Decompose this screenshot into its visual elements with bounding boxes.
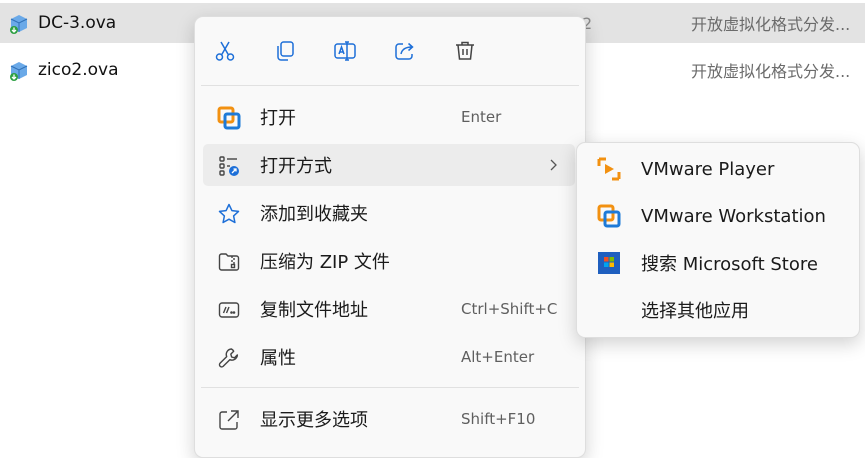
more-options-icon [217, 408, 241, 432]
submenu-item-choose-other-app[interactable]: 选择其他应用 [583, 288, 853, 332]
vmware-workstation-icon [597, 204, 621, 228]
vmware-icon [217, 106, 241, 130]
chevron-right-icon [545, 157, 561, 173]
submenu-item-label: VMware Player [641, 158, 775, 180]
submenu-item-label: VMware Workstation [641, 205, 826, 227]
microsoft-store-icon [597, 251, 621, 275]
menu-item-show-more-options[interactable]: 显示更多选项 Shift+F10 [203, 398, 575, 440]
cut-icon [215, 41, 235, 61]
ova-file-icon [8, 13, 30, 35]
menu-item-label: 复制文件地址 [260, 300, 368, 321]
submenu-item-vmware-workstation[interactable]: VMware Workstation [583, 194, 853, 238]
menu-item-label: 属性 [260, 348, 296, 369]
menu-item-compress-zip[interactable]: 压缩为 ZIP 文件 [203, 240, 575, 282]
file-type: 开放虚拟化格式分发... [691, 62, 851, 81]
menu-divider [201, 387, 579, 388]
submenu-item-vmware-player[interactable]: VMware Player [583, 147, 853, 191]
submenu-item-microsoft-store[interactable]: 搜索 Microsoft Store [583, 241, 853, 285]
file-type: 开放虚拟化格式分发... [691, 15, 851, 34]
submenu-item-label: 选择其他应用 [641, 301, 749, 322]
menu-item-shortcut: Ctrl+Shift+C [461, 300, 558, 318]
zip-folder-icon [217, 250, 241, 274]
copy-button[interactable] [265, 31, 305, 71]
menu-item-shortcut: Shift+F10 [461, 410, 536, 428]
share-button[interactable] [385, 31, 425, 71]
copy-path-icon [217, 298, 241, 322]
menu-item-add-favorites[interactable]: 添加到收藏夹 [203, 192, 575, 234]
menu-item-label: 打开 [260, 108, 296, 129]
menu-item-label: 显示更多选项 [260, 410, 368, 431]
file-name: DC-3.ova [38, 13, 117, 33]
share-icon [395, 42, 414, 60]
quick-actions-bar [205, 31, 505, 75]
menu-item-properties[interactable]: 属性 Alt+Enter [203, 336, 575, 378]
wrench-icon [217, 346, 241, 370]
menu-item-shortcut: Enter [461, 108, 502, 126]
ova-file-icon [8, 60, 30, 82]
menu-item-label: 打开方式 [260, 156, 332, 177]
copy-icon [277, 41, 294, 61]
menu-item-shortcut: Alt+Enter [461, 348, 535, 366]
context-menu: 打开 Enter 打开方式 添加到收藏夹 压缩为 ZIP 文件 复制文件地址 C… [194, 16, 586, 458]
cut-button[interactable] [205, 31, 245, 71]
delete-icon [456, 41, 474, 60]
file-name: zico2.ova [38, 60, 119, 80]
rename-button[interactable] [325, 31, 365, 71]
vmware-player-icon [597, 157, 621, 181]
rename-icon [334, 41, 356, 61]
menu-item-copy-path[interactable]: 复制文件地址 Ctrl+Shift+C [203, 288, 575, 330]
star-icon [217, 202, 241, 226]
menu-item-label: 添加到收藏夹 [260, 204, 368, 225]
submenu-item-label: 搜索 Microsoft Store [641, 254, 818, 275]
menu-item-open-with[interactable]: 打开方式 [203, 144, 575, 186]
open-with-submenu: VMware Player VMware Workstation 搜索 Micr… [576, 142, 860, 338]
menu-item-open[interactable]: 打开 Enter [203, 96, 575, 138]
open-with-icon [217, 154, 241, 178]
menu-item-label: 压缩为 ZIP 文件 [260, 252, 390, 273]
menu-divider [201, 85, 579, 86]
delete-button[interactable] [445, 31, 485, 71]
